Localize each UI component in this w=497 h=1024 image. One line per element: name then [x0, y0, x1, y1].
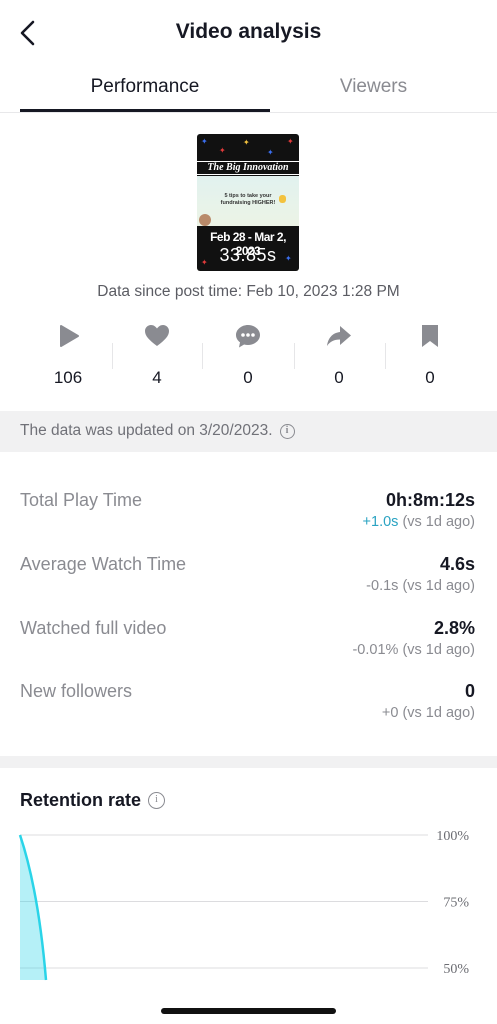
y-tick-label: 50% [443, 962, 469, 977]
comments-count: 0 [243, 368, 253, 387]
tab-divider [0, 112, 497, 113]
updated-notice: The data was updated on 3/20/2023. i [20, 422, 295, 440]
info-icon[interactable]: i [279, 423, 295, 439]
stat-comments: 0 [200, 322, 296, 388]
likes-count: 4 [152, 368, 162, 387]
metric-delta-total-play-time: +1.0s (vs 1d ago) [363, 514, 475, 530]
star-icon: ✦ [287, 137, 294, 146]
y-tick-label: 75% [443, 896, 469, 911]
page-title: Video analysis [175, 20, 322, 43]
retention-chart: 100% 75% 50% [18, 829, 469, 981]
play-icon [60, 325, 79, 347]
metric-delta-new-followers: +0 (vs 1d ago) [382, 705, 475, 721]
star-icon: ✦ [267, 148, 274, 157]
delta-suffix: (vs 1d ago) [402, 578, 475, 594]
comment-icon [236, 325, 260, 348]
stat-saves: 0 [382, 322, 478, 388]
metric-value-average-watch-time: 4.6s [439, 554, 475, 574]
retention-title-text: Retention rate [20, 790, 142, 810]
section-divider [0, 756, 497, 768]
metric-label-watched-full-video: Watched full video [20, 618, 167, 638]
star-icon: ✦ [201, 137, 208, 146]
stat-shares: 0 [291, 322, 387, 388]
delta-value: -0.01% [352, 642, 399, 658]
retention-title: Retention rate i [20, 790, 166, 811]
metric-delta-average-watch-time: -0.1s (vs 1d ago) [366, 578, 475, 594]
saves-count: 0 [425, 368, 435, 387]
delta-suffix: (vs 1d ago) [402, 642, 475, 658]
delta-value: +1.0s [362, 514, 399, 530]
data-since-text: Data since post time: Feb 10, 2023 1:28 … [97, 283, 400, 300]
delta-suffix: (vs 1d ago) [402, 514, 475, 530]
stat-plays: 106 [20, 322, 116, 388]
heart-icon [145, 325, 169, 346]
metric-label-average-watch-time: Average Watch Time [20, 554, 187, 574]
video-thumbnail[interactable]: ✦ ✦ ✦ ✦ ✦ The Big Innovation 5 tips to t… [197, 134, 299, 271]
tab-viewers[interactable]: Viewers [250, 76, 497, 112]
emoji-icon [279, 195, 286, 203]
video-duration: 33.85s [219, 245, 277, 265]
shares-count: 0 [334, 368, 344, 387]
metric-value-total-play-time: 0h:8m:12s [385, 490, 475, 510]
stat-likes: 4 [109, 322, 205, 388]
y-tick-label: 100% [436, 829, 469, 844]
delta-value: -0.1s [366, 578, 399, 594]
info-icon[interactable]: i [148, 792, 166, 809]
delta-value: +0 [381, 705, 399, 721]
updated-notice-text: The data was updated on 3/20/2023. [20, 422, 273, 439]
tab-performance[interactable]: Performance [20, 76, 270, 112]
home-indicator[interactable] [161, 1008, 336, 1014]
metric-label-new-followers: New followers [20, 681, 133, 701]
thumbnail-tip-text: 5 tips to take your fundraising HIGHER! [220, 193, 276, 206]
retention-area [20, 835, 46, 980]
metric-value-watched-full-video: 2.8% [433, 618, 475, 638]
plays-count: 106 [53, 368, 83, 387]
thumbnail-banner: The Big Innovation [197, 161, 299, 175]
metric-label-total-play-time: Total Play Time [20, 490, 143, 510]
delta-suffix: (vs 1d ago) [402, 705, 475, 721]
metric-value-new-followers: 0 [464, 681, 475, 701]
star-icon: ✦ [243, 138, 250, 147]
bookmark-icon [422, 325, 438, 347]
metric-delta-watched-full-video: -0.01% (vs 1d ago) [352, 642, 475, 658]
star-icon: ✦ [219, 146, 226, 155]
avatar [199, 214, 211, 226]
share-icon [327, 326, 351, 346]
